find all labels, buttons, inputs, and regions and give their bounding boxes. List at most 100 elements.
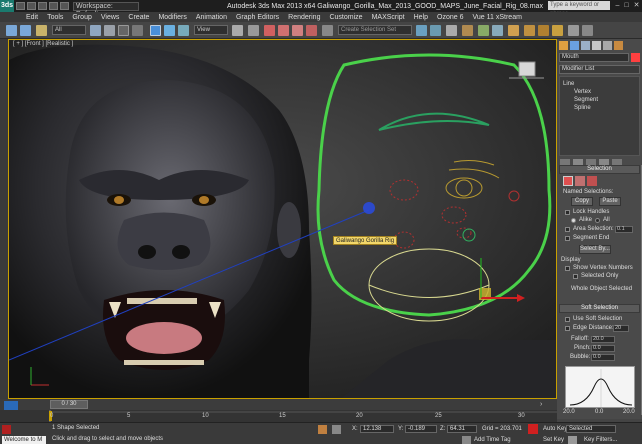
- time-slider[interactable]: 0 / 30: [50, 400, 88, 409]
- material-editor-icon[interactable]: [508, 25, 519, 36]
- key-mode-icon[interactable]: [568, 436, 577, 444]
- gorilla-model[interactable]: [9, 44, 312, 399]
- viewport-label[interactable]: [ + ] [Front ] [Realistic ]: [13, 41, 73, 47]
- menu-modifiers[interactable]: Modifiers: [158, 14, 186, 21]
- motion-tab-icon[interactable]: [592, 41, 601, 50]
- open-file-icon[interactable]: [27, 2, 36, 10]
- bubble-spinner[interactable]: 0.0: [591, 354, 615, 361]
- pivot-center-icon[interactable]: [232, 25, 243, 36]
- mirror-icon[interactable]: [416, 25, 427, 36]
- snaps-toggle-icon[interactable]: [264, 25, 275, 36]
- maxscript-icon[interactable]: [2, 425, 11, 434]
- save-file-icon[interactable]: [38, 2, 47, 10]
- rectangle-selection-icon[interactable]: [118, 25, 129, 36]
- menu-animation[interactable]: Animation: [196, 14, 227, 21]
- alike-radio[interactable]: [571, 218, 576, 223]
- align-icon[interactable]: [430, 25, 441, 36]
- edit-named-selection-icon[interactable]: [322, 25, 333, 36]
- lock-selection-icon[interactable]: [318, 425, 327, 434]
- window-crossing-icon[interactable]: [132, 25, 143, 36]
- object-name-field[interactable]: Mouth: [559, 53, 629, 62]
- key-selection-dropdown[interactable]: Selected: [566, 425, 616, 433]
- auto-key-button[interactable]: Auto Key: [543, 426, 567, 432]
- lock-handles-checkbox[interactable]: [565, 210, 570, 215]
- paste-button[interactable]: Paste: [599, 197, 621, 206]
- stack-segment[interactable]: Segment: [574, 97, 598, 103]
- key-filters-button[interactable]: Key Filters...: [584, 437, 617, 443]
- close-icon[interactable]: ✕: [632, 1, 641, 10]
- named-selection-dropdown[interactable]: Create Selection Set: [338, 25, 412, 35]
- select-object-icon[interactable]: [90, 25, 101, 36]
- redo-icon[interactable]: [20, 25, 31, 36]
- set-key-button[interactable]: Set Key: [543, 437, 564, 443]
- object-color-swatch[interactable]: [631, 53, 640, 62]
- schematic-view-icon[interactable]: [492, 25, 503, 36]
- extra-tool-icon[interactable]: [582, 25, 593, 36]
- add-time-tag-button[interactable]: Add Time Tag: [474, 437, 511, 443]
- stack-vertex[interactable]: Vertex: [574, 89, 591, 95]
- undo-icon[interactable]: [6, 25, 17, 36]
- menu-help[interactable]: Help: [414, 14, 428, 21]
- set-key-icon[interactable]: [528, 424, 538, 434]
- segment-mode-icon[interactable]: [575, 176, 585, 186]
- show-vertex-numbers-checkbox[interactable]: [565, 266, 570, 271]
- selection-filter-dropdown[interactable]: All: [52, 25, 86, 35]
- area-selection-checkbox[interactable]: [565, 227, 570, 232]
- area-selection-spinner[interactable]: 0.1: [615, 226, 633, 233]
- maxscript-listener[interactable]: Welcome to M: [2, 436, 46, 444]
- stack-line[interactable]: Line: [563, 81, 574, 87]
- soft-selection-rollout-header[interactable]: Soft Selection: [559, 304, 640, 313]
- hierarchy-tab-icon[interactable]: [581, 41, 590, 50]
- pinch-spinner[interactable]: 0.0: [591, 345, 615, 352]
- rendered-frame-icon[interactable]: [538, 25, 549, 36]
- segment-end-checkbox[interactable]: [565, 236, 570, 241]
- select-link-icon[interactable]: [36, 25, 47, 36]
- scale-icon[interactable]: [178, 25, 189, 36]
- create-tab-icon[interactable]: [559, 41, 568, 50]
- undo-icon[interactable]: [49, 2, 58, 10]
- absolute-mode-icon[interactable]: [332, 425, 341, 434]
- menu-views[interactable]: Views: [101, 14, 120, 21]
- layer-manager-icon[interactable]: [446, 25, 457, 36]
- menu-group[interactable]: Group: [72, 14, 91, 21]
- maximize-icon[interactable]: □: [622, 1, 631, 10]
- rotate-icon[interactable]: [164, 25, 175, 36]
- falloff-spinner[interactable]: 20.0: [591, 336, 615, 343]
- redo-icon[interactable]: [60, 2, 69, 10]
- curve-editor-icon[interactable]: [478, 25, 489, 36]
- app-logo[interactable]: 3ds: [0, 0, 14, 12]
- vertex-mode-icon[interactable]: [563, 176, 573, 186]
- menu-rendering[interactable]: Rendering: [288, 14, 320, 21]
- edge-distance-checkbox[interactable]: [565, 326, 570, 331]
- next-frame-arrow-icon[interactable]: ›: [540, 401, 550, 409]
- menu-graph-editors[interactable]: Graph Editors: [236, 14, 279, 21]
- select-manipulate-icon[interactable]: [248, 25, 259, 36]
- render-icon[interactable]: [552, 25, 563, 36]
- percent-snap-icon[interactable]: [292, 25, 303, 36]
- modifier-list-dropdown[interactable]: Modifier List: [559, 65, 640, 74]
- extra-tool-icon[interactable]: [568, 25, 579, 36]
- menu-edit[interactable]: Edit: [26, 14, 38, 21]
- utilities-tab-icon[interactable]: [614, 41, 623, 50]
- front-viewport[interactable]: [8, 39, 557, 399]
- selected-only-checkbox[interactable]: [573, 274, 578, 279]
- track-bar[interactable]: 0 5 10 15 20 25 30: [0, 410, 557, 422]
- copy-button[interactable]: Copy: [571, 197, 593, 206]
- spline-mode-icon[interactable]: [587, 176, 597, 186]
- menu-customize[interactable]: Customize: [329, 14, 362, 21]
- menu-vue[interactable]: Vue 11 xStream: [473, 14, 522, 21]
- z-coordinate[interactable]: 64.31: [447, 425, 477, 433]
- x-coordinate[interactable]: 12.138: [360, 425, 394, 433]
- workspace-dropdown[interactable]: Workspace: Default: [73, 1, 139, 18]
- menu-maxscript[interactable]: MAXScript: [372, 14, 405, 21]
- select-by-name-icon[interactable]: [104, 25, 115, 36]
- menu-ozone[interactable]: Ozone 6: [437, 14, 463, 21]
- menu-create[interactable]: Create: [128, 14, 149, 21]
- display-tab-icon[interactable]: [603, 41, 612, 50]
- select-by-button[interactable]: Select By...: [579, 245, 611, 254]
- y-coordinate[interactable]: -0.189: [405, 425, 437, 433]
- all-radio[interactable]: [595, 218, 600, 223]
- selection-rollout-header[interactable]: Selection: [559, 165, 640, 174]
- edge-distance-spinner[interactable]: 20: [613, 325, 629, 332]
- time-tag-icon[interactable]: [462, 436, 471, 444]
